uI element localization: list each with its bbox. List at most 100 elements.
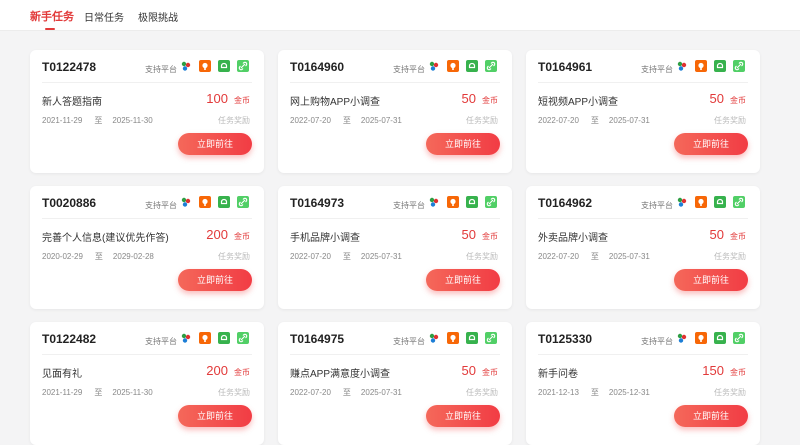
task-name: 网上购物APP小调查: [290, 97, 381, 108]
task-name: 外卖品牌小调查: [538, 233, 608, 244]
task-card: T0122478 支持平台 新人答题指南 100 金币 2021-11-29 至 20…: [30, 50, 264, 173]
go-now-button[interactable]: 立即前往: [674, 133, 748, 155]
orange-pin-icon: [695, 60, 707, 72]
supported-platforms-label: 支持平台: [641, 337, 673, 346]
tab-newbie-tasks[interactable]: 新手任务: [30, 8, 74, 24]
task-id: T0020886: [42, 196, 97, 210]
green-link-icon: [237, 196, 249, 208]
start-date: 2021-12-13: [538, 388, 579, 397]
start-date: 2021-11-29: [42, 116, 83, 125]
end-date: 2025-07-31: [360, 116, 402, 125]
task-name: 新人答题指南: [42, 97, 102, 108]
multicolor-dots-icon: [180, 60, 192, 72]
supported-platforms-label: 支持平台: [145, 65, 177, 74]
top-tab-bar: 新手任务 日常任务 极限挑战: [0, 0, 800, 31]
green-link-icon: [733, 332, 745, 344]
green-link-icon: [485, 196, 497, 208]
reward-type-label: 任务奖励: [466, 252, 498, 261]
reward-type-label: 任务奖励: [218, 116, 250, 125]
end-date: 2025-07-31: [360, 252, 402, 261]
supported-platforms-label: 支持平台: [145, 337, 177, 346]
reward-unit: 金币: [730, 232, 746, 241]
start-date: 2022-07-20: [290, 388, 331, 397]
task-date-range: 2021-12-13 至 2025-12-31: [538, 387, 650, 398]
orange-pin-icon: [447, 196, 459, 208]
start-date: 2022-07-20: [290, 252, 331, 261]
green-loop-icon: [714, 60, 726, 72]
task-id: T0122478: [42, 60, 97, 74]
green-loop-icon: [714, 196, 726, 208]
active-tab-indicator: [45, 28, 55, 30]
start-date: 2022-07-20: [290, 116, 331, 125]
go-now-button[interactable]: 立即前往: [178, 269, 252, 291]
date-separator: 至: [94, 116, 103, 125]
green-link-icon: [733, 196, 745, 208]
reward-value: 50: [461, 227, 476, 242]
orange-pin-icon: [199, 196, 211, 208]
end-date: 2029-02-28: [112, 252, 154, 261]
end-date: 2025-11-30: [112, 116, 153, 125]
multicolor-dots-icon: [428, 60, 440, 72]
reward-value: 200: [206, 227, 228, 242]
orange-pin-icon: [695, 332, 707, 344]
reward-value: 100: [206, 91, 228, 106]
task-date-range: 2021-11-29 至 2025-11-30: [42, 115, 153, 126]
reward-value: 50: [709, 91, 724, 106]
go-now-button[interactable]: 立即前往: [426, 405, 500, 427]
task-card: T0164973 支持平台 手机品牌小调查 50 金币 2022-07-20 至 20…: [278, 186, 512, 309]
reward-type-label: 任务奖励: [466, 388, 498, 397]
reward-value: 50: [709, 227, 724, 242]
go-now-button[interactable]: 立即前往: [178, 133, 252, 155]
go-now-button[interactable]: 立即前往: [178, 405, 252, 427]
tab-daily-tasks[interactable]: 日常任务: [84, 9, 124, 24]
go-now-button[interactable]: 立即前往: [426, 133, 500, 155]
green-link-icon: [733, 60, 745, 72]
task-card: T0125330 支持平台 新手问卷 150 金币 2021-12-13 至 2025…: [526, 322, 760, 445]
green-loop-icon: [218, 60, 230, 72]
green-link-icon: [485, 332, 497, 344]
reward-unit: 金币: [234, 96, 250, 105]
card-divider: [290, 82, 500, 83]
task-date-range: 2022-07-20 至 2025-07-31: [290, 251, 402, 262]
reward-amount: 50 金币: [462, 362, 498, 380]
date-separator: 至: [590, 116, 599, 125]
start-date: 2020-02-29: [42, 252, 83, 261]
task-card: T0122482 支持平台 见面有礼 200 金币 2021-11-29 至 2025…: [30, 322, 264, 445]
orange-pin-icon: [695, 196, 707, 208]
end-date: 2025-07-31: [360, 388, 402, 397]
end-date: 2025-07-31: [608, 116, 650, 125]
orange-pin-icon: [447, 60, 459, 72]
start-date: 2022-07-20: [538, 116, 579, 125]
end-date: 2025-12-31: [608, 388, 650, 397]
multicolor-dots-icon: [428, 196, 440, 208]
reward-unit: 金币: [482, 368, 498, 377]
date-separator: 至: [590, 388, 599, 397]
tab-extreme-challenge[interactable]: 极限挑战: [138, 9, 178, 24]
orange-pin-icon: [199, 60, 211, 72]
card-divider: [538, 218, 748, 219]
card-divider: [290, 354, 500, 355]
card-divider: [538, 354, 748, 355]
date-separator: 至: [342, 388, 351, 397]
date-separator: 至: [342, 252, 351, 261]
green-loop-icon: [218, 196, 230, 208]
task-name: 新手问卷: [538, 369, 578, 380]
task-id: T0164975: [290, 332, 345, 346]
go-now-button[interactable]: 立即前往: [674, 405, 748, 427]
supported-platforms-label: 支持平台: [393, 337, 425, 346]
go-now-button[interactable]: 立即前往: [426, 269, 500, 291]
multicolor-dots-icon: [676, 60, 688, 72]
task-card: T0020886 支持平台 完善个人信息(建议优先作答) 200 金币 2020-…: [30, 186, 264, 309]
reward-amount: 50 金币: [710, 90, 746, 108]
task-name: 完善个人信息(建议优先作答): [42, 233, 169, 244]
green-loop-icon: [466, 196, 478, 208]
reward-type-label: 任务奖励: [714, 252, 746, 261]
task-card: T0164960 支持平台 网上购物APP小调查 50 金币 2022-07-20…: [278, 50, 512, 173]
reward-type-label: 任务奖励: [714, 388, 746, 397]
task-name: 手机品牌小调查: [290, 233, 360, 244]
supported-platforms-label: 支持平台: [641, 65, 673, 74]
reward-unit: 金币: [234, 368, 250, 377]
date-separator: 至: [94, 388, 103, 397]
multicolor-dots-icon: [180, 196, 192, 208]
go-now-button[interactable]: 立即前往: [674, 269, 748, 291]
